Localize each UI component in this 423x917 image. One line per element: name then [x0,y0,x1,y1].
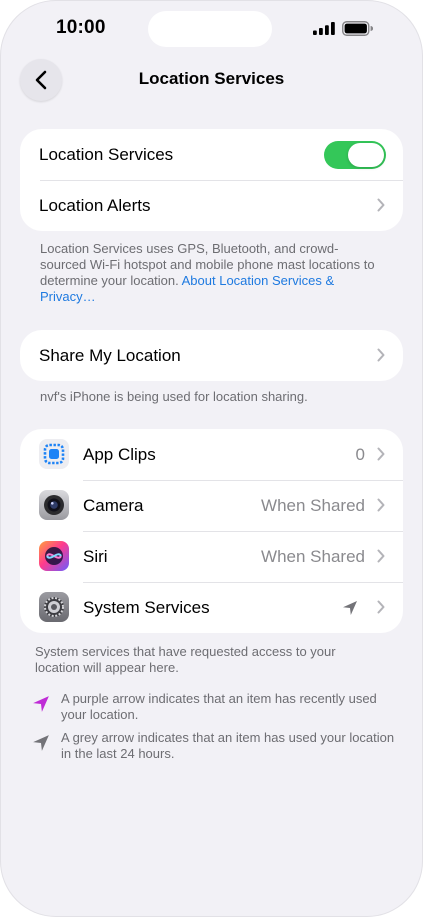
chevron-right-icon [377,549,385,563]
share-my-location-row[interactable]: Share My Location [20,330,403,381]
share-my-location-label: Share My Location [39,345,181,365]
siri-icon [39,541,69,571]
grey-arrow-icon [33,735,49,751]
phone-screen: 10:00 Location Services Location Service… [0,0,423,917]
app-value: When Shared [261,546,365,566]
share-location-note: nvf's iPhone is being used for location … [40,389,308,404]
system-services-note: System services that have requested acce… [35,644,336,675]
app-clips-icon [39,439,69,469]
page-title: Location Services [138,69,285,88]
app-row-system-services[interactable]: System Services [20,582,403,633]
location-services-row: Location Services [20,129,403,180]
app-value: 0 [355,444,365,464]
app-name: Camera [83,495,144,515]
location-services-note: Location Services uses GPS, Bluetooth, a… [40,241,380,305]
location-services-toggle[interactable] [324,141,386,169]
toggle-knob [348,143,384,167]
dynamic-island [148,11,272,47]
app-name: System Services [83,597,210,617]
location-services-group: Location Services Location Alerts [20,129,403,231]
legend-grey-text: A grey arrow indicates that an item has … [61,730,395,761]
app-row-camera[interactable]: Camera When Shared [20,480,403,531]
battery-icon [342,21,373,36]
location-alerts-label: Location Alerts [39,195,151,215]
app-row-app-clips[interactable]: App Clips 0 [20,429,403,480]
cellular-signal-icon [313,22,335,35]
legend-purple-text: A purple arrow indicates that an item ha… [61,691,377,722]
chevron-right-icon [377,498,385,512]
status-bar: 10:00 [0,0,423,58]
location-arrow-grey-icon [343,601,357,615]
camera-icon [39,490,69,520]
gear-icon [39,592,69,622]
status-time: 10:00 [56,17,106,38]
chevron-right-icon [377,348,385,362]
chevron-right-icon [377,447,385,461]
chevron-right-icon [377,198,385,212]
location-alerts-row[interactable]: Location Alerts [20,180,403,231]
navigation-bar: Location Services [0,58,423,104]
share-location-group: Share My Location [20,330,403,381]
apps-group: App Clips 0 Camera When Shared Siri When… [20,429,403,633]
location-services-label: Location Services [39,144,174,164]
app-value: When Shared [261,495,365,515]
app-name: App Clips [83,444,156,464]
app-name: Siri [83,546,108,566]
chevron-right-icon [377,600,385,614]
purple-arrow-icon [33,696,49,712]
app-row-siri[interactable]: Siri When Shared [20,531,403,582]
